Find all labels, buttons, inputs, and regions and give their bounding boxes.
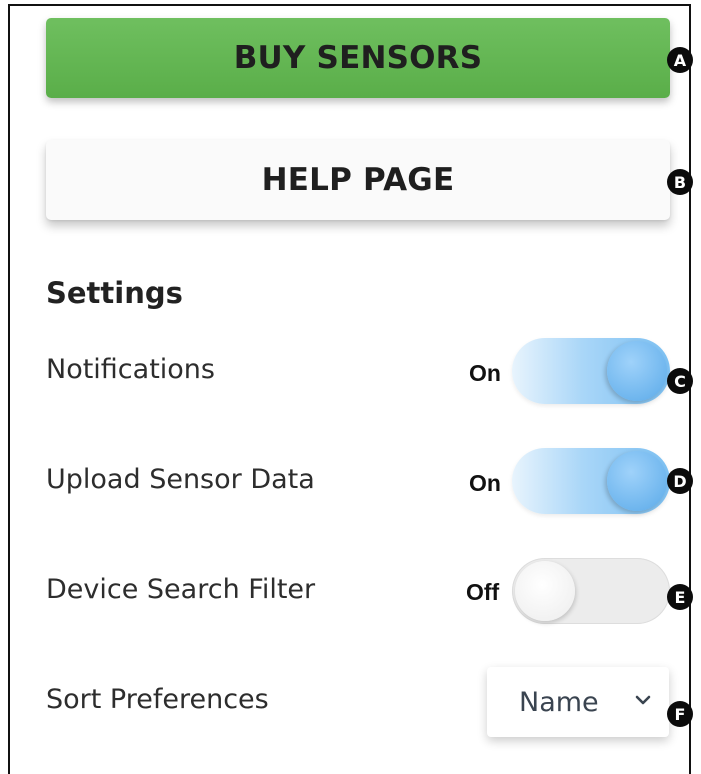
sort-preferences-select[interactable]: Name: [487, 667, 669, 737]
badge-f: F: [667, 701, 693, 727]
upload-sensor-data-label: Upload Sensor Data: [46, 464, 315, 495]
chevron-down-icon: [635, 695, 651, 705]
help-page-button[interactable]: HELP PAGE: [46, 140, 670, 220]
notifications-state: On: [469, 360, 501, 386]
badge-b: B: [667, 169, 693, 195]
notifications-label: Notifications: [46, 354, 215, 385]
buy-sensors-button[interactable]: BUY SENSORS: [46, 18, 670, 98]
toggle-knob: [607, 451, 667, 511]
device-search-filter-state: Off: [466, 579, 500, 605]
notifications-toggle[interactable]: [512, 338, 670, 404]
upload-sensor-data-state: On: [469, 470, 501, 496]
device-search-filter-label: Device Search Filter: [46, 574, 316, 605]
sort-preferences-label: Sort Preferences: [46, 684, 269, 715]
badge-a: A: [667, 47, 693, 73]
toggle-knob: [607, 341, 667, 401]
badge-d: D: [667, 468, 693, 494]
toggle-knob: [515, 561, 575, 621]
sort-selected-value: Name: [519, 686, 599, 718]
upload-sensor-data-toggle[interactable]: [512, 448, 670, 514]
badge-c: C: [667, 368, 693, 394]
badge-e: E: [667, 584, 693, 610]
device-search-filter-toggle[interactable]: [512, 558, 670, 624]
settings-title: Settings: [46, 276, 183, 310]
